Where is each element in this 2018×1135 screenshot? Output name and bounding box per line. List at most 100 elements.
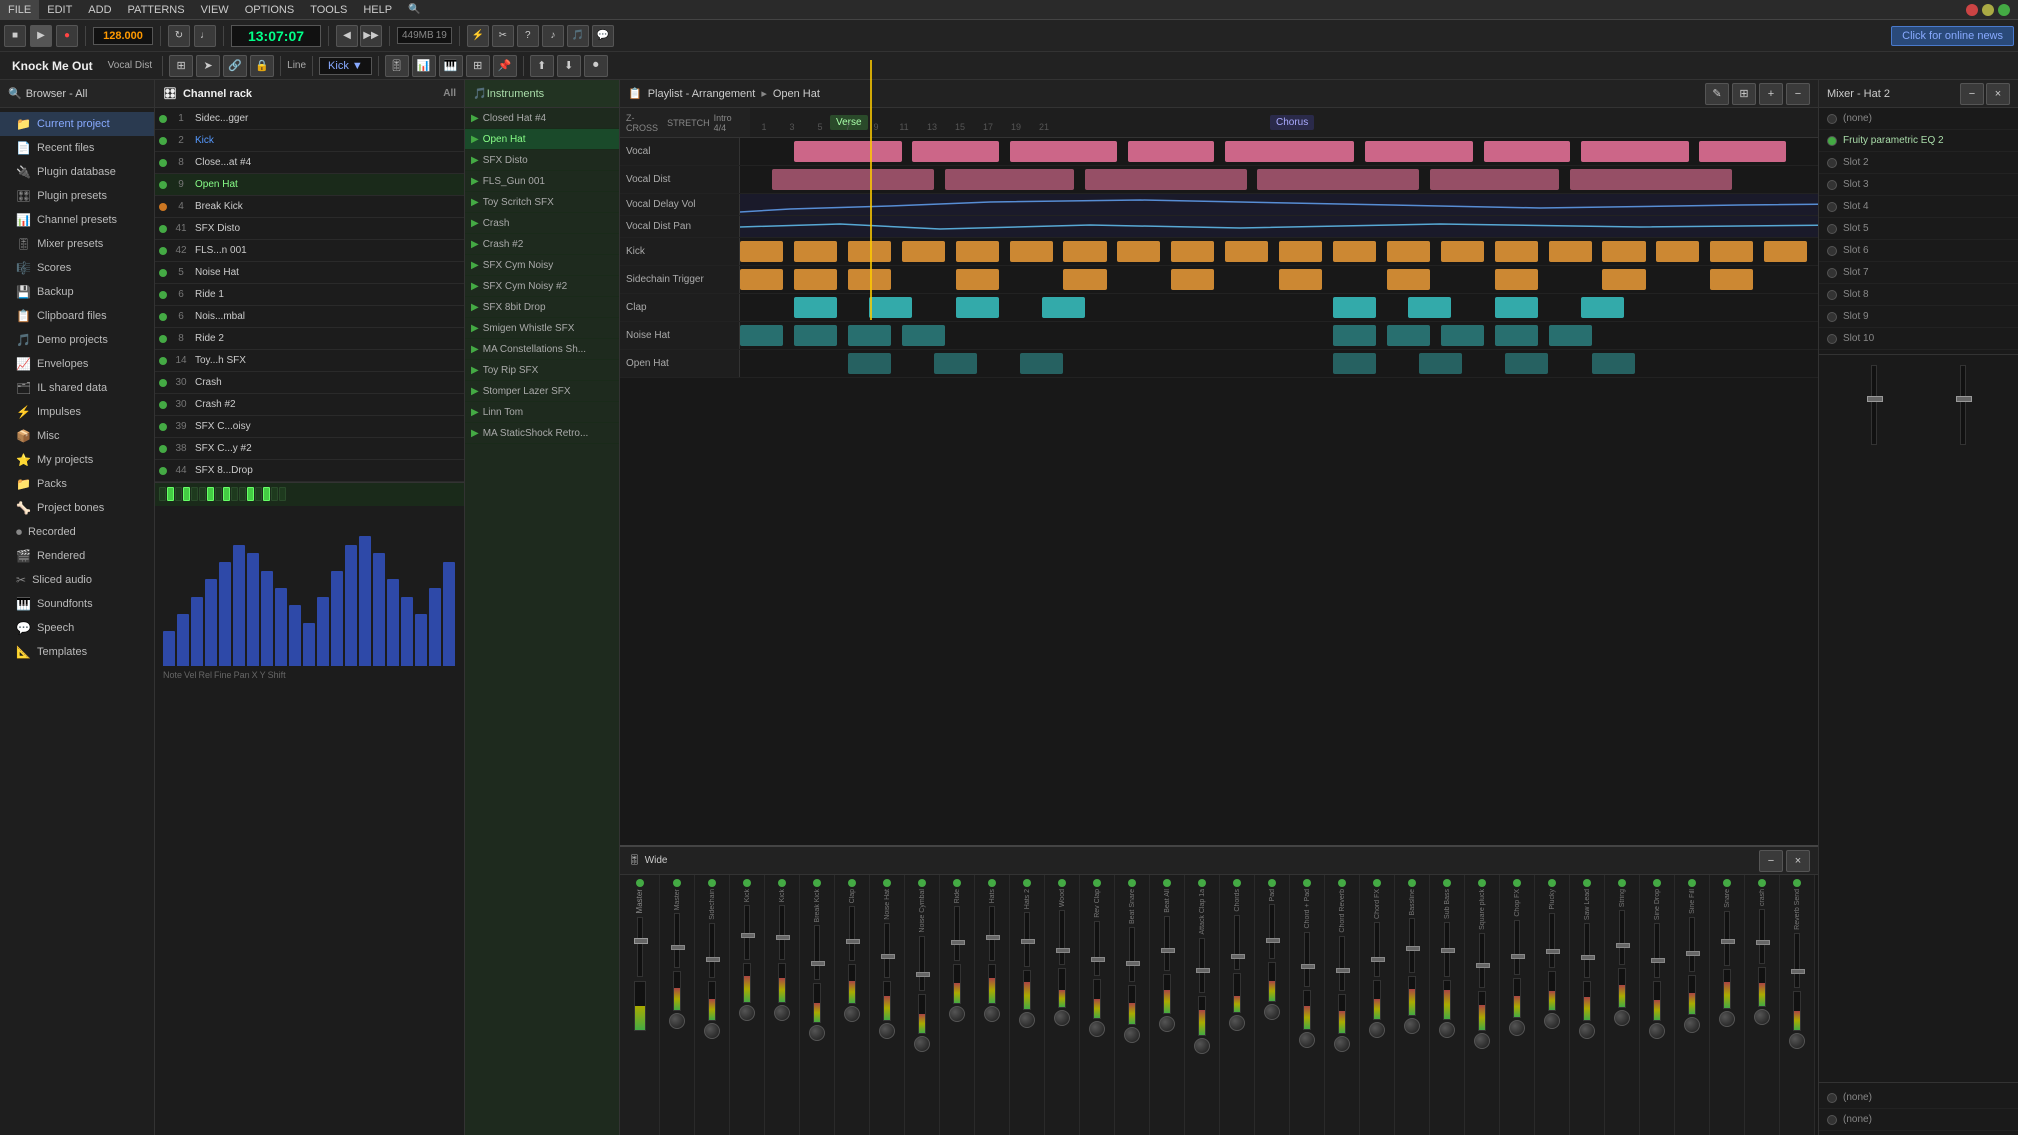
channel-row[interactable]: 1 Sidec...gger (155, 108, 464, 130)
eq-slot-2[interactable]: Fruity parametric EQ 2 (1819, 130, 2018, 152)
right-fader-handle2[interactable] (1956, 396, 1972, 402)
track-block[interactable] (1279, 269, 1322, 291)
sidebar-item-clipboard[interactable]: 📋 Clipboard files (0, 304, 154, 328)
channel-knob[interactable] (809, 1025, 825, 1041)
fader-handle[interactable] (986, 935, 1000, 940)
channel-active-dot[interactable] (1163, 879, 1171, 887)
channel-active-dot[interactable] (1793, 879, 1801, 887)
sidebar-item-packs[interactable]: 📁 Packs (0, 472, 154, 496)
track-block[interactable] (1171, 269, 1214, 291)
record-icon[interactable]: ⏺ (584, 55, 608, 77)
playlist-tool1[interactable]: ✎ (1705, 83, 1729, 105)
channel-knob[interactable] (1264, 1004, 1280, 1020)
channel-row[interactable]: 5 Noise Hat (155, 262, 464, 284)
track-block[interactable] (869, 297, 912, 319)
track-block[interactable] (912, 141, 998, 163)
eq-slot-10[interactable]: Slot 9 (1819, 306, 2018, 328)
channel-active[interactable] (636, 879, 644, 887)
fader-handle[interactable] (951, 940, 965, 945)
mixer-icon[interactable]: 🎚 (385, 55, 409, 77)
dropdown-item-closed-hat4[interactable]: ▶ Closed Hat #4 (465, 108, 619, 129)
track-blocks-vocal-dist-pan[interactable] (740, 216, 1818, 237)
fast-forward-btn[interactable]: ▶▶ (360, 25, 382, 47)
step-btn[interactable] (223, 487, 230, 501)
channel-active-dot[interactable] (1688, 879, 1696, 887)
track-block[interactable] (1085, 169, 1247, 191)
step-btn[interactable] (167, 487, 174, 501)
maximize-btn[interactable] (1998, 4, 2010, 16)
track-block[interactable] (1333, 241, 1376, 263)
tool1-btn[interactable]: ⚡ (467, 25, 489, 47)
track-block[interactable] (956, 297, 999, 319)
track-block[interactable] (902, 241, 945, 263)
channel-row[interactable]: 9 Open Hat (155, 174, 464, 196)
track-block[interactable] (1505, 353, 1548, 375)
track-block[interactable] (1495, 269, 1538, 291)
channel-active-dot[interactable] (673, 879, 681, 887)
dropdown-item-sfx-8bit[interactable]: ▶ SFX 8bit Drop (465, 297, 619, 318)
track-block[interactable] (1441, 241, 1484, 263)
channel-knob[interactable] (1299, 1032, 1315, 1048)
mixer-close-btn[interactable]: × (1786, 850, 1810, 872)
track-blocks-vocal-dist[interactable] (740, 166, 1818, 193)
step-btn[interactable] (263, 487, 270, 501)
tool3-btn[interactable]: ? (517, 25, 539, 47)
track-block[interactable] (1430, 169, 1559, 191)
channel-knob[interactable] (1544, 1013, 1560, 1029)
dropdown-item-crash2[interactable]: ▶ Crash #2 (465, 234, 619, 255)
panel-collapse-btn[interactable]: − (1960, 83, 1984, 105)
channel-active-dot[interactable] (743, 879, 751, 887)
mixer-collapse-btn[interactable]: − (1759, 850, 1783, 872)
eq-icon[interactable]: 📊 (412, 55, 436, 77)
dropdown-item-smigen[interactable]: ▶ Smigen Whistle SFX (465, 318, 619, 339)
channel-active-dot[interactable] (1198, 879, 1206, 887)
track-block[interactable] (1495, 325, 1538, 347)
step-btn[interactable] (247, 487, 254, 501)
track-block[interactable] (1581, 297, 1624, 319)
tool2-btn[interactable]: ✂ (492, 25, 514, 47)
sidebar-item-recent-files[interactable]: 📄 Recent files (0, 136, 154, 160)
track-block[interactable] (1279, 241, 1322, 263)
track-block[interactable] (1441, 325, 1484, 347)
lock-tool[interactable]: 🔒 (250, 55, 274, 77)
fader-handle[interactable] (1791, 969, 1805, 974)
track-block[interactable] (1010, 241, 1053, 263)
sidebar-item-backup[interactable]: 💾 Backup (0, 280, 154, 304)
channel-knob[interactable] (739, 1005, 755, 1021)
track-block[interactable] (1063, 269, 1106, 291)
track-block[interactable] (794, 269, 837, 291)
menu-view[interactable]: VIEW (193, 0, 237, 19)
channel-knob[interactable] (879, 1023, 895, 1039)
channel-row[interactable]: 38 SFX C...y #2 (155, 438, 464, 460)
record-btn[interactable]: ● (56, 25, 78, 47)
track-block[interactable] (902, 325, 945, 347)
fader-handle[interactable] (741, 933, 755, 938)
eq-slot-6[interactable]: Slot 5 (1819, 218, 2018, 240)
sidebar-item-plugin-database[interactable]: 🔌 Plugin database (0, 160, 154, 184)
channel-knob[interactable] (774, 1005, 790, 1021)
track-block[interactable] (945, 169, 1074, 191)
channel-active-dot[interactable] (1023, 879, 1031, 887)
sidebar-item-my-projects[interactable]: ⭐ My projects (0, 448, 154, 472)
channel-active-dot[interactable] (1268, 879, 1276, 887)
menu-help[interactable]: HELP (355, 0, 400, 19)
fader-handle[interactable] (846, 939, 860, 944)
eq-slot-3[interactable]: Slot 2 (1819, 152, 2018, 174)
eq-slot-4[interactable]: Slot 3 (1819, 174, 2018, 196)
fader-handle[interactable] (881, 954, 895, 959)
channel-knob[interactable] (914, 1036, 930, 1052)
dropdown-item-toy-scritch[interactable]: ▶ Toy Scritch SFX (465, 192, 619, 213)
channel-knob[interactable] (1194, 1038, 1210, 1054)
channel-knob[interactable] (1124, 1027, 1140, 1043)
track-block[interactable] (1592, 353, 1635, 375)
track-block[interactable] (848, 353, 891, 375)
dropdown-item-sfx-cym-noisy[interactable]: ▶ SFX Cym Noisy (465, 255, 619, 276)
eq-slot-1[interactable]: (none) (1819, 108, 2018, 130)
track-block[interactable] (1365, 141, 1473, 163)
track-block[interactable] (794, 325, 837, 347)
fader-handle[interactable] (1301, 964, 1315, 969)
channel-knob[interactable] (1019, 1012, 1035, 1028)
track-block[interactable] (740, 269, 783, 291)
track-block[interactable] (1602, 269, 1645, 291)
dropdown-item-crash[interactable]: ▶ Crash (465, 213, 619, 234)
